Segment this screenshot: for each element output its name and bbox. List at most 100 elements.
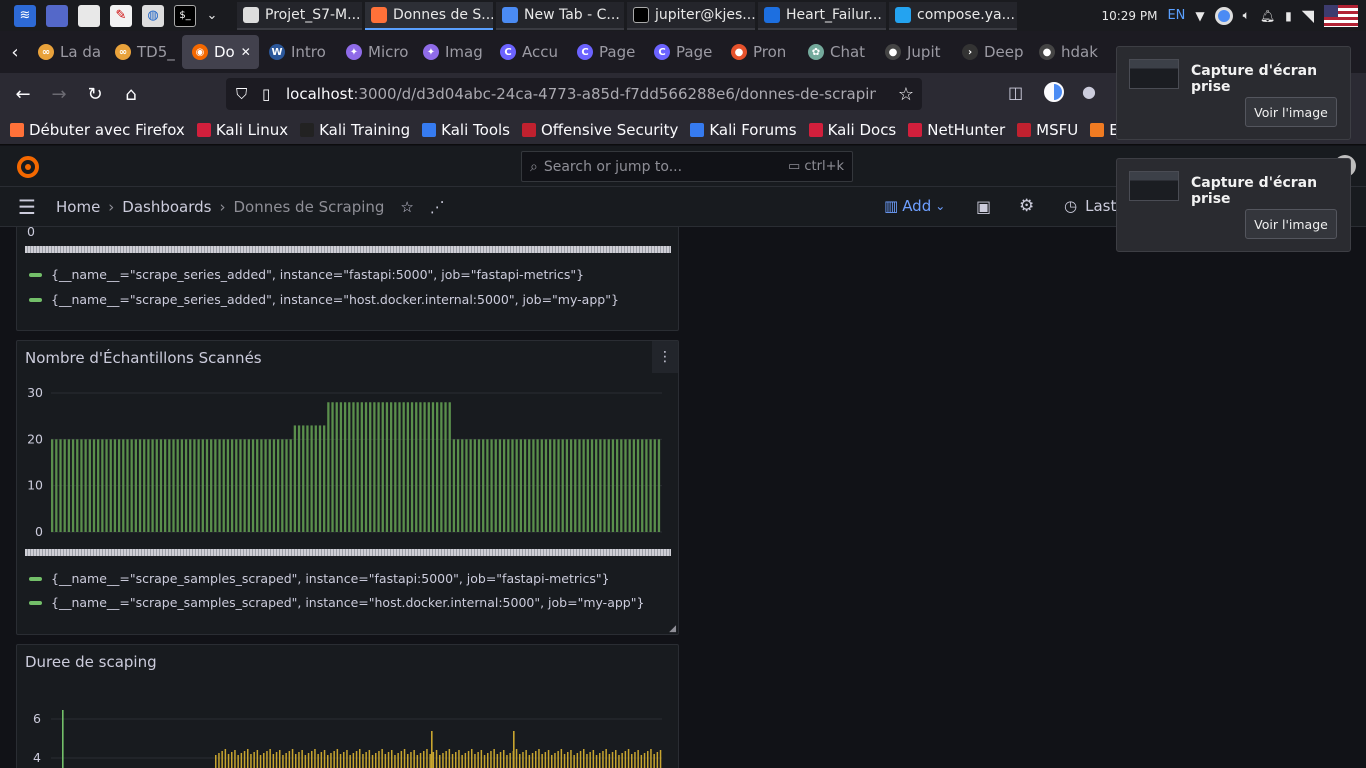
system-tray: 10:29 PM EN ▼ 🔈︎ 🔔︎ ▮ ◥ [1101,0,1366,31]
taskbar-task[interactable]: Donnes de S... [365,1,493,30]
menu-toggle-icon[interactable]: ☰ [18,195,36,219]
keyboard-layout[interactable]: EN [1167,8,1185,23]
reload-icon[interactable]: ↻ [80,79,110,109]
favorite-star-icon[interactable]: ☆ [400,198,413,216]
timeseries-scroller[interactable] [25,246,671,253]
bar [632,439,636,532]
chromium-tray-icon[interactable] [1214,6,1233,25]
bar [289,439,292,532]
view-image-button[interactable]: Voir l'image [1245,209,1337,239]
bookmark-item[interactable]: Kali Forums [690,121,797,139]
bookmark-item[interactable]: Kali Training [300,121,410,139]
forward-icon[interactable]: → [44,79,74,109]
share-icon[interactable]: ⋰ [430,198,445,216]
browser-tab[interactable]: ● Jupit [875,35,952,69]
bar [498,439,502,532]
bar [285,439,288,532]
network-icon[interactable]: ▼ [1195,9,1204,23]
text-editor-icon[interactable]: ✎ [110,4,132,27]
screenshot-thumbnail[interactable] [1129,171,1179,201]
file-manager-icon[interactable] [78,4,100,27]
bookmark-item[interactable]: Kali Linux [196,121,288,139]
browser-tab[interactable]: ● Pron [721,35,798,69]
back-icon[interactable]: ← [8,79,38,109]
home-icon[interactable]: ⌂ [116,79,146,109]
bar [215,755,217,768]
add-button[interactable]: ▥ Add ⌄ [884,197,945,215]
bar [525,750,527,768]
save-icon[interactable]: ▣ [976,197,991,216]
bar [486,439,489,532]
wifi-icon[interactable]: ◥ [1302,6,1314,25]
terminal-launcher-icon[interactable]: $_ [174,4,196,27]
tab-label: La da [60,43,102,61]
show-desktop-icon[interactable] [46,4,68,27]
legend-item[interactable]: {__name__="scrape_series_added", instanc… [29,292,619,307]
taskbar-task[interactable]: Projet_S7-M... [237,1,362,30]
bar [272,439,276,532]
url-path: :3000/d/d3d04abc-24ca-4773-a85d-f7dd5662… [353,85,876,103]
legend-item[interactable]: {__name__="scrape_samples_scraped", inst… [29,571,610,586]
bookmark-item[interactable]: MSFU [1017,121,1078,139]
bookmark-star-icon[interactable]: ☆ [898,84,914,105]
page-info-icon[interactable]: ▯ [262,85,278,103]
bar [563,754,566,768]
bar [264,439,267,532]
bar [431,402,435,532]
bar [659,750,662,768]
settings-icon[interactable]: ⚙ [1019,196,1034,216]
resize-handle-icon[interactable]: ◢ [669,624,676,634]
bookmark-item[interactable]: Débuter avec Firefox [10,121,185,139]
bookmark-item[interactable]: Kali Tools [422,121,510,139]
container-icon[interactable] [1044,82,1064,102]
browser-tab[interactable]: ∞ TD5_ [105,35,182,69]
browser-tab[interactable]: C Page [567,35,644,69]
bar [302,425,305,532]
breadcrumb-home[interactable]: Home [56,198,100,216]
browser-tab[interactable]: C Accu [490,35,567,69]
notification-bell-icon[interactable]: 🔔︎ [1260,9,1275,23]
shield-icon[interactable]: ⛉ [236,85,252,103]
search-input[interactable]: ⌕ Search or jump to... ▭ ctrl+k [521,151,853,182]
bookmark-favicon-icon [300,122,315,137]
bar [419,753,422,768]
browser-tab[interactable]: ✦ Imag [413,35,490,69]
browser-tab[interactable]: ● hdak [1029,35,1106,69]
screenshot-thumbnail[interactable] [1129,59,1179,89]
web-browser-icon[interactable]: ◍ [142,4,164,27]
legend-item[interactable]: {__name__="scrape_series_added", instanc… [29,267,584,282]
taskbar-task[interactable]: Heart_Failur... [758,1,886,30]
browser-tab[interactable]: › Deep [952,35,1029,69]
timeseries-scroller[interactable] [25,549,671,556]
grafana-logo-icon[interactable] [16,155,40,179]
bookmark-item[interactable]: NetHunter [908,121,1005,139]
battery-icon[interactable]: ▮ [1285,9,1292,23]
volume-icon[interactable]: 🔈︎ [1243,8,1250,23]
taskbar-task[interactable]: compose.ya... [889,1,1017,30]
bar [643,753,646,768]
browser-tab[interactable]: ✦ Micro [336,35,413,69]
breadcrumb-dashboards[interactable]: Dashboards [122,198,211,216]
clock[interactable]: 10:29 PM [1101,9,1157,23]
panel-menu-icon[interactable]: ⋮ [652,341,678,373]
bookmark-item[interactable]: Offensive Security [522,121,678,139]
browser-tab[interactable]: ∞ La da [28,35,105,69]
tab-scroll-left-icon[interactable]: ‹ [2,37,28,67]
view-image-button[interactable]: Voir l'image [1245,97,1337,127]
bar [373,402,376,532]
browser-tab[interactable]: ✿ Chat [798,35,875,69]
chevron-down-icon[interactable]: ⌄ [206,5,218,27]
browser-tab[interactable]: C Page [644,35,721,69]
taskbar-task[interactable]: jupiter@kjes... [627,1,755,30]
account-icon[interactable]: ● [1082,82,1096,101]
browser-tab[interactable]: ◉ Do ✕ [182,35,259,69]
url-bar[interactable]: ⛉ ▯ localhost:3000/d/d3d04abc-24ca-4773-… [226,78,922,110]
legend-item[interactable]: {__name__="scrape_samples_scraped", inst… [29,595,644,610]
browser-tab[interactable]: W Intro [259,35,336,69]
bookmark-item[interactable]: Kali Docs [808,121,896,139]
kali-menu-icon[interactable]: ≋ [14,4,36,27]
pocket-icon[interactable]: ◫ [1008,83,1023,102]
close-tab-icon[interactable]: ✕ [241,45,251,59]
tab-favicon-icon: ● [731,44,747,60]
taskbar-task[interactable]: New Tab - C... [496,1,624,30]
